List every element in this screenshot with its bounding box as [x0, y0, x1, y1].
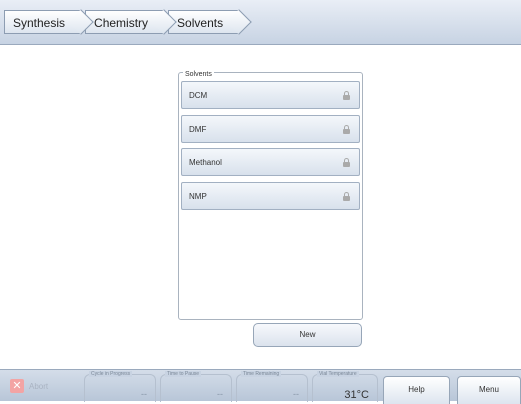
- breadcrumb-bar: Synthesis Chemistry Solvents: [0, 0, 521, 45]
- abort-button[interactable]: ✕ Abort: [10, 378, 48, 394]
- cycle-label: Cycle in Progress: [89, 371, 133, 377]
- solvent-item-dmf[interactable]: DMF: [181, 115, 360, 143]
- solvent-item-methanol[interactable]: Methanol: [181, 148, 360, 176]
- solvent-label: Methanol: [189, 158, 222, 167]
- close-icon: ✕: [10, 379, 24, 393]
- breadcrumb-chemistry[interactable]: Chemistry: [85, 10, 165, 34]
- time-remaining-field: Time Remaining --: [236, 371, 308, 402]
- remaining-value: --: [293, 389, 299, 399]
- solvent-item-nmp[interactable]: NMP: [181, 182, 360, 210]
- breadcrumb-synthesis[interactable]: Synthesis: [4, 10, 82, 34]
- vial-temperature-field: Vial Temperature 31°C: [312, 371, 378, 402]
- pause-label: Time to Pause: [165, 371, 202, 377]
- temp-value: 31°C: [344, 389, 369, 401]
- cycle-value: --: [141, 389, 147, 399]
- solvent-label: DCM: [189, 91, 208, 100]
- status-bar: ✕ Abort Cycle in Progress -- Time to Pau…: [0, 369, 521, 404]
- lock-icon: [343, 125, 350, 134]
- remaining-label: Time Remaining: [241, 371, 282, 377]
- abort-label: Abort: [29, 381, 49, 391]
- lock-icon: [343, 91, 350, 100]
- breadcrumb: Synthesis Chemistry Solvents: [4, 10, 243, 34]
- time-to-pause-field: Time to Pause --: [160, 371, 232, 402]
- cycle-in-progress-field: Cycle in Progress --: [84, 371, 156, 402]
- solvent-label: NMP: [189, 192, 207, 201]
- lock-icon: [343, 158, 350, 167]
- breadcrumb-solvents[interactable]: Solvents: [168, 10, 240, 34]
- panel-title: Solvents: [183, 71, 214, 78]
- new-solvent-button[interactable]: New: [253, 323, 362, 347]
- temp-label: Vial Temperature: [317, 371, 359, 377]
- solvent-label: DMF: [189, 125, 207, 134]
- solvent-item-dcm[interactable]: DCM: [181, 81, 360, 109]
- solvents-panel: Solvents DCM DMF Methanol NMP: [178, 71, 363, 320]
- lock-icon: [343, 192, 350, 201]
- pause-value: --: [217, 389, 223, 399]
